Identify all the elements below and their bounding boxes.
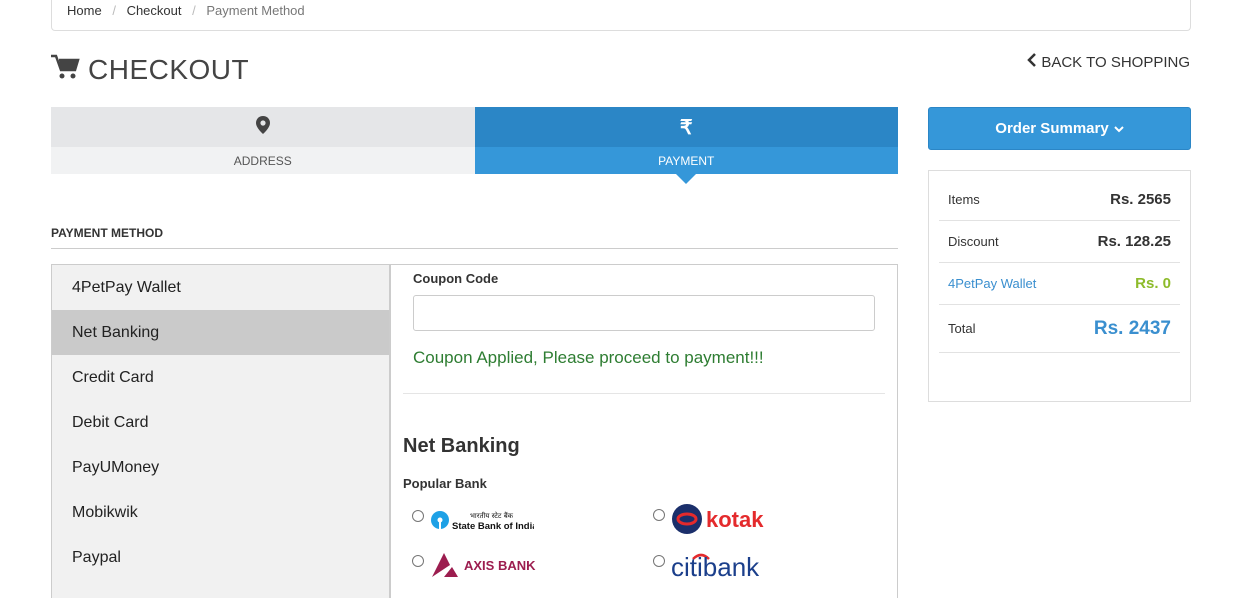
bank-radio-axis[interactable] bbox=[412, 555, 424, 567]
payment-content: Coupon Code Coupon Applied, Please proce… bbox=[391, 265, 897, 598]
divider bbox=[403, 393, 885, 394]
breadcrumb: Home / Checkout / Payment Method bbox=[51, 0, 1191, 31]
method-paypal[interactable]: Paypal bbox=[52, 535, 389, 580]
sbi-logo-icon: भारतीय स्टेट बैंक State Bank of India bbox=[430, 508, 534, 532]
map-marker-icon bbox=[255, 115, 270, 139]
kotak-name-text: kotak bbox=[706, 507, 764, 532]
coupon-code-label: Coupon Code bbox=[413, 271, 499, 286]
sbi-hindi-text: भारतीय स्टेट बैंक bbox=[470, 511, 514, 520]
breadcrumb-separator: / bbox=[112, 3, 116, 18]
citibank-name-text: citibank bbox=[671, 552, 760, 581]
total-label: Total bbox=[948, 321, 976, 336]
discount-label: Discount bbox=[948, 234, 999, 249]
step-address-label: ADDRESS bbox=[51, 147, 475, 174]
coupon-code-input[interactable] bbox=[413, 295, 875, 331]
discount-value: Rs. 128.25 bbox=[1097, 233, 1171, 250]
bank-option-citibank[interactable]: citibank bbox=[653, 549, 781, 581]
active-step-arrow bbox=[676, 174, 697, 184]
kotak-logo-icon: kotak bbox=[671, 503, 775, 535]
summary-row-total: Total Rs. 2437 bbox=[939, 305, 1180, 353]
summary-row-items: Items Rs. 2565 bbox=[939, 179, 1180, 221]
bank-option-axis[interactable]: AXIS BANK bbox=[412, 551, 536, 579]
chevron-down-icon bbox=[1113, 120, 1124, 137]
page-title: CHECKOUT bbox=[50, 52, 249, 87]
summary-row-discount: Discount Rs. 128.25 bbox=[939, 221, 1180, 263]
axis-name-text: AXIS BANK bbox=[464, 558, 536, 573]
shopping-cart-icon bbox=[50, 52, 80, 87]
order-summary-button[interactable]: Order Summary bbox=[928, 107, 1191, 150]
payment-panel: 4PetPay Wallet Net Banking Credit Card D… bbox=[51, 264, 898, 598]
method-payumoney[interactable]: PayUMoney bbox=[52, 445, 389, 490]
payment-method-heading: PAYMENT METHOD bbox=[51, 226, 898, 249]
summary-row-wallet: 4PetPay Wallet Rs. 0 bbox=[939, 263, 1180, 305]
breadcrumb-checkout[interactable]: Checkout bbox=[127, 3, 182, 18]
bank-radio-sbi[interactable] bbox=[412, 510, 424, 522]
bank-option-kotak[interactable]: kotak bbox=[653, 503, 775, 535]
breadcrumb-separator: / bbox=[192, 3, 196, 18]
page-title-text: CHECKOUT bbox=[88, 53, 250, 85]
order-summary-panel: Items Rs. 2565 Discount Rs. 128.25 4PetP… bbox=[928, 170, 1191, 402]
back-to-shopping-label: BACK TO SHOPPING bbox=[1041, 53, 1190, 71]
rupee-icon: ₹ bbox=[679, 116, 693, 139]
wallet-label[interactable]: 4PetPay Wallet bbox=[948, 276, 1036, 291]
wallet-value: Rs. 0 bbox=[1135, 275, 1171, 292]
method-net-banking[interactable]: Net Banking bbox=[52, 310, 389, 355]
step-payment[interactable]: ₹ PAYMENT bbox=[474, 107, 898, 184]
breadcrumb-current: Payment Method bbox=[206, 3, 305, 18]
step-payment-label: PAYMENT bbox=[474, 147, 898, 174]
payment-methods-list: 4PetPay Wallet Net Banking Credit Card D… bbox=[52, 265, 391, 598]
items-value: Rs. 2565 bbox=[1110, 191, 1171, 208]
breadcrumb-home[interactable]: Home bbox=[67, 3, 102, 18]
popular-bank-label: Popular Bank bbox=[403, 476, 487, 491]
axis-logo-icon: AXIS BANK bbox=[430, 551, 536, 579]
net-banking-title: Net Banking bbox=[403, 435, 520, 457]
method-4petpay-wallet[interactable]: 4PetPay Wallet bbox=[52, 265, 389, 310]
method-credit-card[interactable]: Credit Card bbox=[52, 355, 389, 400]
back-to-shopping-link[interactable]: BACK TO SHOPPING bbox=[1027, 53, 1190, 71]
chevron-left-icon bbox=[1027, 53, 1037, 71]
coupon-success-message: Coupon Applied, Please proceed to paymen… bbox=[413, 348, 764, 367]
method-debit-card[interactable]: Debit Card bbox=[52, 400, 389, 445]
items-label: Items bbox=[948, 192, 980, 207]
bank-radio-kotak[interactable] bbox=[653, 509, 665, 521]
total-value: Rs. 2437 bbox=[1093, 317, 1171, 339]
bank-radio-citibank[interactable] bbox=[653, 555, 665, 567]
checkout-steps: ADDRESS ₹ PAYMENT bbox=[51, 107, 898, 184]
method-mobikwik[interactable]: Mobikwik bbox=[52, 490, 389, 535]
sbi-name-text: State Bank of India bbox=[452, 521, 534, 532]
citibank-logo-icon: citibank bbox=[671, 549, 781, 581]
order-summary-label: Order Summary bbox=[995, 120, 1109, 137]
bank-option-sbi[interactable]: भारतीय स्टेट बैंक State Bank of India bbox=[412, 508, 534, 532]
step-address[interactable]: ADDRESS bbox=[51, 107, 475, 174]
